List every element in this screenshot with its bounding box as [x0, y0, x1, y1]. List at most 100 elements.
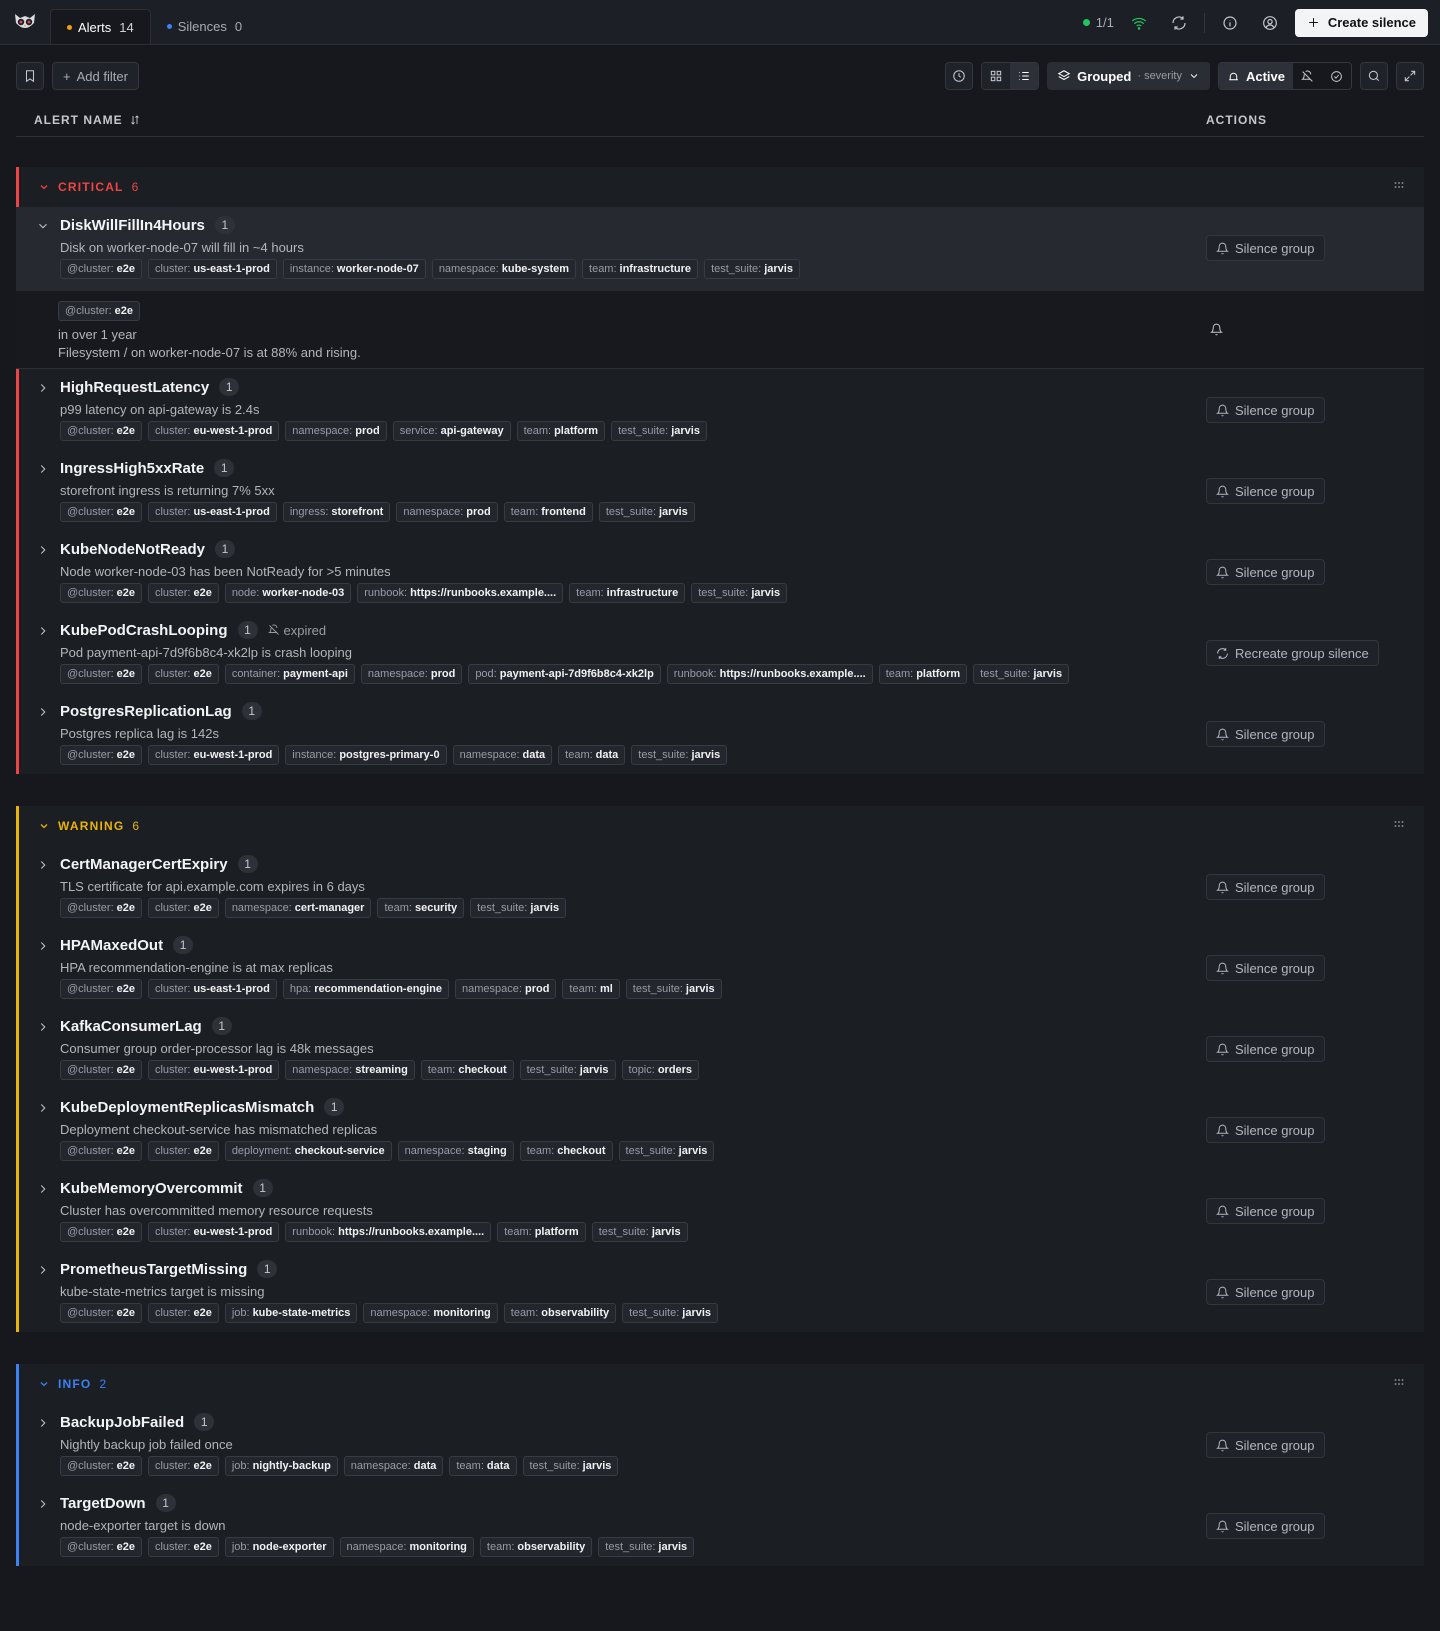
- label-chip[interactable]: test_suite: jarvis: [618, 1141, 715, 1161]
- label-chip[interactable]: cluster: e2e: [147, 1303, 219, 1323]
- alert-name[interactable]: TargetDown: [60, 1495, 146, 1512]
- label-chip[interactable]: team: frontend: [503, 502, 593, 522]
- label-chip[interactable]: team: infrastructure: [569, 583, 686, 603]
- label-chip[interactable]: test_suite: jarvis: [611, 421, 707, 441]
- group-header[interactable]: WARNING 6: [16, 806, 1424, 846]
- chevron-right-icon[interactable]: [36, 705, 50, 719]
- label-chip[interactable]: team: platform: [497, 1222, 586, 1242]
- label-chip[interactable]: ingress: storefront: [282, 502, 391, 522]
- chevron-right-icon[interactable]: [36, 1416, 50, 1430]
- check-circle-icon[interactable]: [1322, 63, 1351, 89]
- label-chip[interactable]: cluster: us-east-1-prod: [147, 979, 277, 999]
- alert-row[interactable]: DiskWillFillIn4Hours 1 Disk on worker-node…: [16, 207, 1424, 291]
- silence-group-button[interactable]: Silence group: [1206, 235, 1325, 261]
- silence-group-button[interactable]: Silence group: [1206, 1036, 1325, 1062]
- alert-name[interactable]: PostgresReplicationLag: [60, 703, 232, 720]
- label-chip[interactable]: test_suite: jarvis: [591, 1222, 688, 1242]
- tab-alerts[interactable]: Alerts 14: [50, 9, 151, 44]
- alert-name-header[interactable]: ALERT NAME: [34, 113, 141, 127]
- tab-silences[interactable]: Silences 0: [151, 9, 258, 44]
- chevron-right-icon[interactable]: [36, 624, 50, 638]
- silence-group-button[interactable]: Silence group: [1206, 1279, 1325, 1305]
- silence-group-button[interactable]: Silence group: [1206, 874, 1325, 900]
- chevron-right-icon[interactable]: [36, 1497, 50, 1511]
- label-chip[interactable]: @cluster: e2e: [60, 259, 142, 279]
- silence-group-button[interactable]: Silence group: [1206, 1432, 1325, 1458]
- label-chip[interactable]: team: infrastructure: [582, 259, 699, 279]
- label-chip[interactable]: namespace: data: [452, 745, 553, 765]
- label-chip[interactable]: test_suite: jarvis: [470, 898, 567, 918]
- label-chip[interactable]: namespace: cert-manager: [224, 898, 372, 918]
- label-chip[interactable]: team: checkout: [420, 1060, 514, 1080]
- label-chip[interactable]: @cluster: e2e: [60, 583, 142, 603]
- label-chip[interactable]: test_suite: jarvis: [625, 979, 722, 999]
- label-chip[interactable]: team: observability: [479, 1537, 593, 1557]
- alert-name[interactable]: BackupJobFailed: [60, 1414, 184, 1431]
- label-chip[interactable]: team: data: [558, 745, 626, 765]
- alert-row[interactable]: KubePodCrashLooping 1 expired Pod payment-a…: [16, 612, 1424, 693]
- chevron-right-icon[interactable]: [36, 1182, 50, 1196]
- silence-group-button[interactable]: Silence group: [1206, 478, 1325, 504]
- silence-group-button[interactable]: Silence group: [1206, 955, 1325, 981]
- state-active-button[interactable]: Active: [1218, 63, 1293, 89]
- label-chip[interactable]: namespace: prod: [360, 664, 463, 684]
- group-header[interactable]: INFO 2: [16, 1364, 1424, 1404]
- label-chip[interactable]: team: ml: [562, 979, 620, 999]
- label-chip[interactable]: instance: worker-node-07: [282, 259, 426, 279]
- silence-group-button[interactable]: Silence group: [1206, 397, 1325, 423]
- chevron-down-icon[interactable]: [36, 219, 50, 233]
- alert-row[interactable]: KubeDeploymentReplicasMismatch 1 Deploymen…: [16, 1089, 1424, 1170]
- alert-row[interactable]: PrometheusTargetMissing 1 kube-state-metri…: [16, 1251, 1424, 1332]
- silence-group-button[interactable]: Silence group: [1206, 1117, 1325, 1143]
- label-chip[interactable]: namespace: monitoring: [339, 1537, 474, 1557]
- label-chip[interactable]: cluster: e2e: [147, 1141, 219, 1161]
- label-chip[interactable]: test_suite: jarvis: [522, 1456, 619, 1476]
- label-chip[interactable]: test_suite: jarvis: [704, 259, 800, 279]
- silence-group-button[interactable]: Silence group: [1206, 1513, 1325, 1539]
- label-chip[interactable]: team: data: [449, 1456, 517, 1476]
- label-chip[interactable]: namespace: prod: [396, 502, 498, 522]
- chevron-right-icon[interactable]: [36, 1101, 50, 1115]
- add-filter-button[interactable]: + Add filter: [52, 62, 139, 90]
- grip-icon[interactable]: [1394, 819, 1404, 833]
- history-button[interactable]: [945, 62, 974, 90]
- label-chip[interactable]: job: kube-state-metrics: [224, 1303, 358, 1323]
- chevron-down-icon[interactable]: [38, 1378, 50, 1390]
- group-header[interactable]: CRITICAL 6: [16, 167, 1424, 207]
- label-chip[interactable]: job: node-exporter: [224, 1537, 334, 1557]
- alert-name[interactable]: CertManagerCertExpiry: [60, 856, 228, 873]
- alert-row[interactable]: PostgresReplicationLag 1 Postgres replica …: [16, 693, 1424, 774]
- label-chip[interactable]: @cluster: e2e: [60, 502, 142, 522]
- label-chip[interactable]: namespace: prod: [285, 421, 387, 441]
- refresh-icon[interactable]: [1164, 8, 1194, 38]
- label-chip[interactable]: namespace: streaming: [285, 1060, 415, 1080]
- alert-name[interactable]: HPAMaxedOut: [60, 937, 163, 954]
- label-chip[interactable]: runbook: https://runbooks.example....: [285, 1222, 492, 1242]
- label-chip[interactable]: node: worker-node-03: [224, 583, 352, 603]
- silence-group-button[interactable]: Silence group: [1206, 1198, 1325, 1224]
- label-chip[interactable]: cluster: eu-west-1-prod: [147, 745, 280, 765]
- alert-name[interactable]: KafkaConsumerLag: [60, 1018, 202, 1035]
- grid-view-icon[interactable]: [982, 63, 1011, 89]
- label-chip[interactable]: cluster: eu-west-1-prod: [147, 421, 280, 441]
- label-chip[interactable]: test_suite: jarvis: [691, 583, 788, 603]
- label-chip[interactable]: test_suite: jarvis: [598, 502, 695, 522]
- grouping-select[interactable]: Grouped · severity: [1047, 62, 1210, 90]
- label-chip[interactable]: team: observability: [503, 1303, 617, 1323]
- chevron-right-icon[interactable]: [36, 1263, 50, 1277]
- label-chip[interactable]: test_suite: jarvis: [973, 664, 1070, 684]
- label-chip[interactable]: @cluster: e2e: [60, 1222, 142, 1242]
- alert-name[interactable]: DiskWillFillIn4Hours: [60, 217, 205, 234]
- fullscreen-button[interactable]: [1396, 62, 1424, 90]
- label-chip[interactable]: cluster: eu-west-1-prod: [147, 1222, 280, 1242]
- label-chip[interactable]: runbook: https://runbooks.example....: [666, 664, 873, 684]
- chevron-right-icon[interactable]: [36, 462, 50, 476]
- alert-name[interactable]: HighRequestLatency: [60, 379, 209, 396]
- alert-row[interactable]: KubeMemoryOvercommit 1 Cluster has overcom…: [16, 1170, 1424, 1251]
- label-chip[interactable]: namespace: prod: [455, 979, 557, 999]
- chevron-right-icon[interactable]: [36, 858, 50, 872]
- label-chip[interactable]: @cluster: e2e: [60, 1456, 142, 1476]
- alert-row[interactable]: HighRequestLatency 1 p99 latency on api-ga…: [16, 369, 1424, 450]
- label-chip[interactable]: @cluster: e2e: [58, 301, 140, 321]
- cluster-status[interactable]: 1/1: [1082, 15, 1114, 30]
